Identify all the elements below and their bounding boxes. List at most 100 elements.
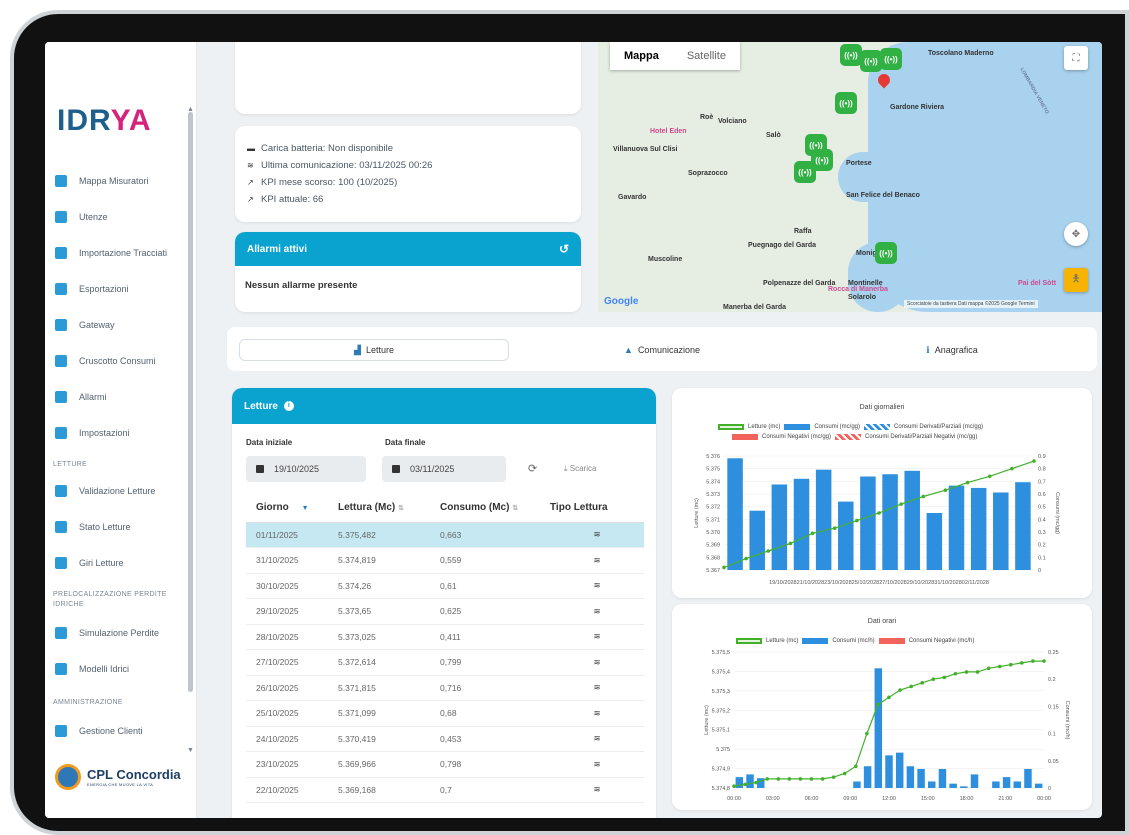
- sidebar-item-gateway[interactable]: Gateway: [55, 314, 187, 336]
- map-place-label: Montinelle: [848, 280, 883, 287]
- fullscreen-icon[interactable]: ⛶: [1064, 46, 1088, 70]
- col-lettura[interactable]: Lettura (Mc) ⇅: [338, 494, 440, 523]
- logo-text-a: IDR: [57, 104, 111, 137]
- sidebar-item-cruscotto-consumi[interactable]: Cruscotto Consumi: [55, 350, 187, 372]
- wireless-reading-icon: ≋: [550, 598, 644, 625]
- folder-icon: [55, 247, 67, 259]
- bar-consumi: [1024, 768, 1032, 788]
- table-row[interactable]: 30/10/2025 5.374,26 0,61 ≋: [246, 573, 644, 599]
- col-tipo[interactable]: Tipo Lettura: [550, 494, 644, 523]
- col-consumo[interactable]: Consumo (Mc) ⇅: [440, 494, 550, 523]
- sidebar-item-gestione-clienti[interactable]: Gestione Clienti: [55, 720, 187, 742]
- sidebar-item-label: Cruscotto Consumi: [79, 356, 156, 366]
- point-letture: [1020, 661, 1024, 665]
- cell-consumo: 0,68: [440, 700, 550, 727]
- sidebar-item-importazione-tracciati[interactable]: Importazione Tracciati: [55, 242, 187, 264]
- table-row[interactable]: 24/10/2025 5.370,419 0,453 ≋: [246, 726, 644, 752]
- meter-marker-icon[interactable]: ((•)): [880, 48, 902, 70]
- table-row[interactable]: 01/11/2025 5.375,482 0,663 ≋: [246, 522, 644, 548]
- point-letture: [987, 474, 992, 479]
- bar-consumi: [727, 458, 743, 570]
- table-row[interactable]: 29/10/2025 5.373,65 0,625 ≋: [246, 598, 644, 625]
- start-date-field[interactable]: 19/10/2025: [246, 456, 366, 482]
- map-type-map[interactable]: Mappa: [610, 42, 673, 70]
- sidebar-item-allarmi[interactable]: Allarmi: [55, 386, 187, 408]
- map-place-label: Rocca di Manerba: [828, 286, 888, 293]
- letture-title: Letture: [244, 400, 278, 412]
- bar-consumi: [793, 478, 810, 570]
- y-right-tick: 0.25: [1048, 650, 1059, 656]
- sidebar-item-utenze[interactable]: Utenze: [55, 206, 187, 228]
- point-letture: [855, 518, 859, 523]
- sidebar-scrollbar[interactable]: [188, 112, 193, 692]
- point-letture: [820, 777, 825, 781]
- tab-comunicazione[interactable]: ▲ Comunicazione: [527, 339, 797, 361]
- map-place-label: Portese: [846, 160, 872, 167]
- meter-marker-icon[interactable]: ((•)): [875, 242, 897, 264]
- table-row[interactable]: 28/10/2025 5.373,025 0,411 ≋: [246, 624, 644, 650]
- point-letture: [975, 670, 980, 674]
- app-screen: IDRYA ▲ ▼ Mappa Misuratori Utenze Importaz…: [45, 42, 1102, 818]
- table-row[interactable]: 26/10/2025 5.371,815 0,716 ≋: [246, 675, 644, 701]
- point-letture: [898, 688, 902, 692]
- meter-marker-icon[interactable]: ((•)): [840, 44, 862, 66]
- history-icon[interactable]: ↺: [559, 242, 569, 256]
- info-circle-icon[interactable]: i: [283, 401, 294, 411]
- meter-marker-icon[interactable]: ((•)): [794, 161, 816, 183]
- col-giorno[interactable]: Giorno ▼: [246, 494, 338, 523]
- refresh-icon[interactable]: ⟳: [528, 462, 537, 475]
- wireless-reading-icon: ≋: [550, 522, 644, 548]
- table-row[interactable]: 23/10/2025 5.369,966 0,798 ≋: [246, 751, 644, 778]
- route-icon: [55, 557, 67, 569]
- point-letture: [964, 670, 969, 674]
- sidebar-item-modelli-idrici[interactable]: Modelli Idrici: [55, 658, 187, 680]
- y-right-tick: 0: [1048, 786, 1051, 792]
- cell-lettura: 5.369,966: [338, 751, 440, 778]
- tab-letture[interactable]: ▟ Letture: [239, 339, 509, 361]
- end-date-value: 03/11/2025: [410, 464, 455, 474]
- end-date-field[interactable]: 03/11/2025: [382, 456, 506, 482]
- meter-marker-icon[interactable]: ((•)): [860, 50, 882, 72]
- y-right-axis-label: Consumi (mc/h): [1064, 701, 1070, 740]
- cell-giorno: 01/11/2025: [246, 522, 338, 548]
- sidebar-item-validazione-letture[interactable]: Validazione Letture: [55, 480, 187, 502]
- sidebar-item-label: Validazione Letture: [79, 486, 156, 496]
- sidebar-item-label: Utenze: [79, 212, 108, 222]
- cell-giorno: 27/10/2025: [246, 649, 338, 676]
- sidebar-item-simulazione-perdite[interactable]: Simulazione Perdite: [55, 622, 187, 644]
- wireless-reading-icon: ≋: [550, 624, 644, 650]
- map-place-label: Toscolano Maderno: [928, 50, 994, 57]
- map-attribution[interactable]: Scorciatoie da tastiera Dati mappa ©2025…: [904, 300, 1038, 308]
- section-prelocalizzazione: PRELOCALIZZAZIONE PERDITE IDRICHE: [53, 591, 167, 608]
- map-place-label: Salò: [766, 132, 781, 139]
- table-row[interactable]: 25/10/2025 5.371,099 0,68 ≋: [246, 700, 644, 727]
- map-place-label: Manerba del Garda: [723, 304, 787, 311]
- map-type-satellite[interactable]: Satellite: [673, 42, 740, 70]
- sidebar-item-esportazioni[interactable]: Esportazioni: [55, 278, 187, 300]
- map-view[interactable]: Toscolano Maderno Gardone Riviera Hotel Ed…: [598, 42, 1102, 312]
- scroll-down-icon[interactable]: ▼: [187, 747, 194, 754]
- sidebar-item-mappa-misuratori[interactable]: Mappa Misuratori: [55, 170, 187, 192]
- meter-info-card: ▬ Carica batteria: Non disponibile ≋ Ultim…: [235, 126, 581, 222]
- camera-control-icon[interactable]: ✥: [1064, 222, 1088, 246]
- table-row[interactable]: 27/10/2025 5.372,614 0,799 ≋: [246, 649, 644, 676]
- table-row[interactable]: 31/10/2025 5.374,819 0,559 ≋: [246, 547, 644, 574]
- wifi-icon: ≋: [247, 161, 254, 170]
- point-letture: [743, 782, 747, 787]
- export-icon: [55, 283, 67, 295]
- cell-consumo: 0,453: [440, 726, 550, 752]
- table-row[interactable]: 22/10/2025 5.369,168 0,7 ≋: [246, 777, 644, 803]
- wireless-reading-icon: ≋: [550, 649, 644, 676]
- map-place-label: Puegnago del Garda: [748, 242, 817, 249]
- sidebar-item-giri-letture[interactable]: Giri Letture: [55, 552, 187, 574]
- y-right-tick: 0.3: [1038, 530, 1046, 536]
- street-view-icon[interactable]: 🯅: [1064, 268, 1088, 292]
- cell-consumo: 0,716: [440, 675, 550, 701]
- bar-consumi: [938, 768, 947, 788]
- tab-anagrafica[interactable]: ℹ Anagrafica: [817, 339, 1087, 361]
- cell-consumo: 0,625: [440, 598, 550, 625]
- sidebar-item-stato-letture[interactable]: Stato Letture: [55, 516, 187, 538]
- download-button[interactable]: ⤓ Scarica: [564, 464, 596, 474]
- sidebar-item-impostazioni[interactable]: Impostazioni: [55, 422, 187, 444]
- meter-marker-icon[interactable]: ((•)): [835, 92, 857, 114]
